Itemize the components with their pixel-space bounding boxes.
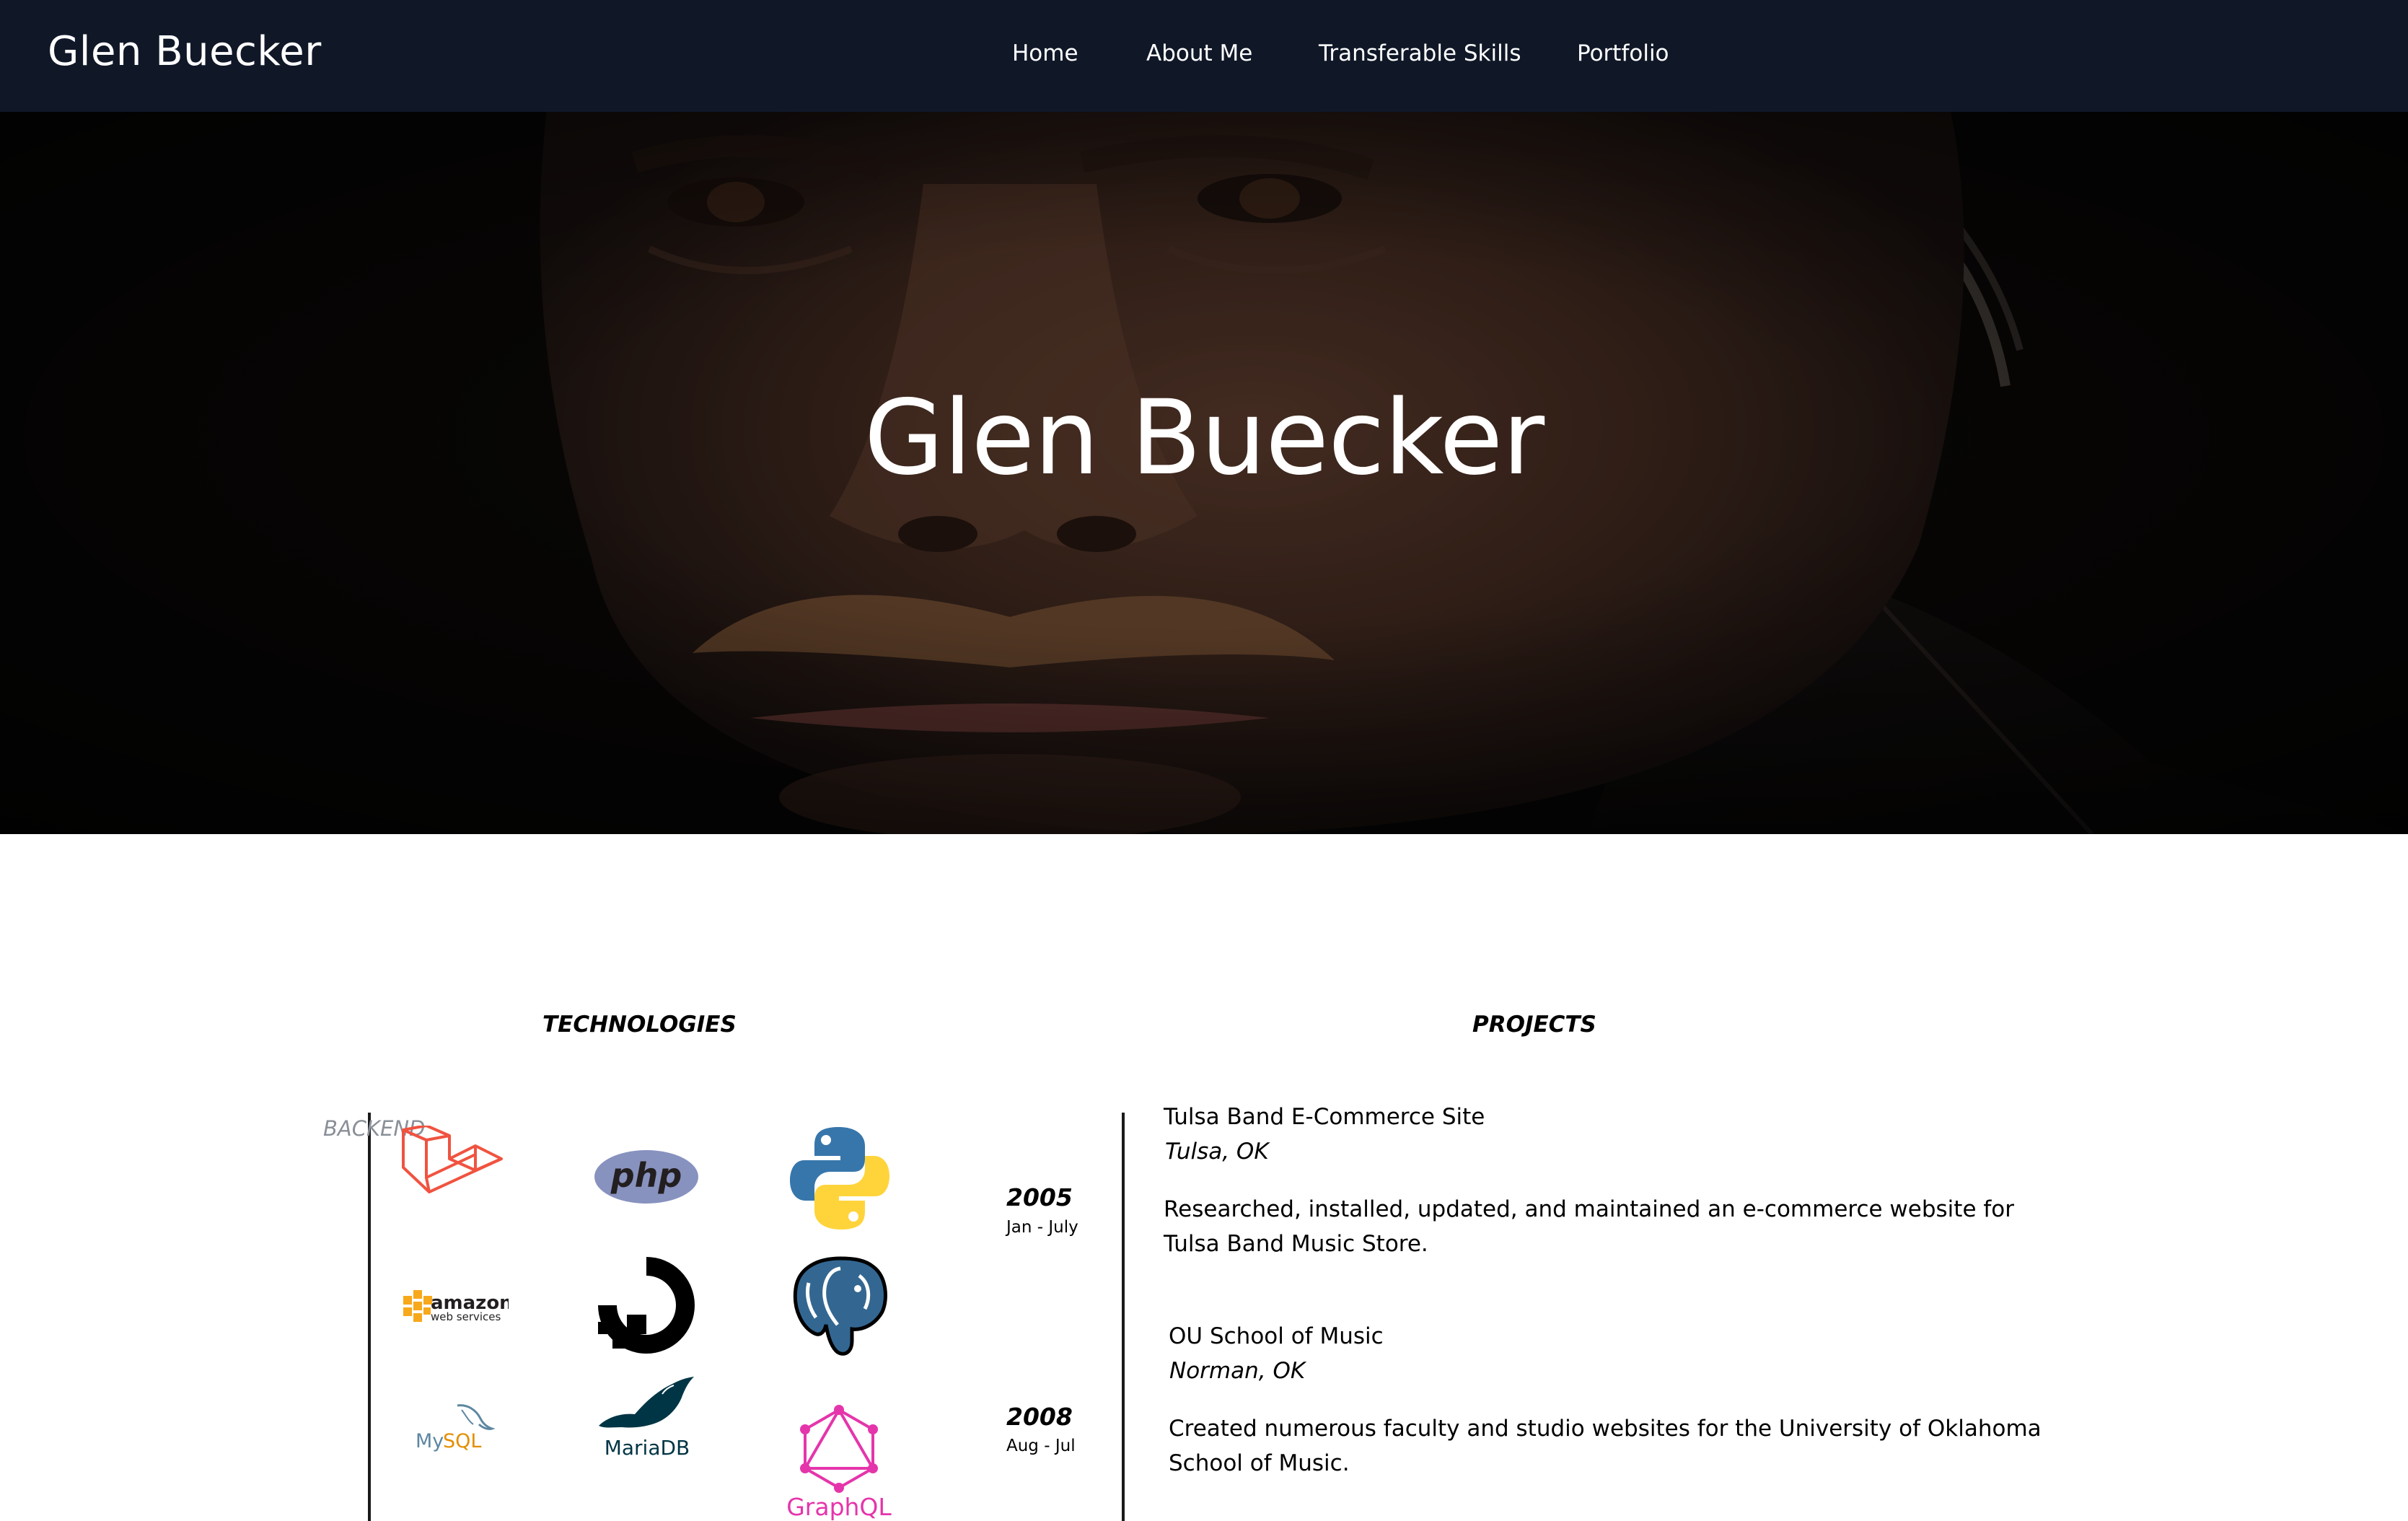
svg-text:MariaDB: MariaDB xyxy=(605,1436,690,1460)
mysql-icon: My SQL xyxy=(411,1400,498,1458)
svg-text:GraphQL: GraphQL xyxy=(786,1493,892,1521)
svg-text:My: My xyxy=(416,1430,444,1452)
nav-link-transferable-skills[interactable]: Transferable Skills xyxy=(1319,38,1521,69)
nav-link-portfolio[interactable]: Portfolio xyxy=(1577,38,1669,69)
project-title: Tulsa Band E-Commerce Site xyxy=(1164,1104,1485,1130)
project-description: Researched, installed, updated, and main… xyxy=(1164,1196,2014,1257)
postgresql-icon xyxy=(790,1254,891,1358)
python-icon xyxy=(788,1126,891,1231)
nav-link-home[interactable]: Home xyxy=(1012,38,1078,69)
project-period: Jan - July xyxy=(1006,1218,1078,1237)
nav-menu: Home About Me Transferable Skills Portfo… xyxy=(0,38,2408,74)
project-period: Aug - Jul xyxy=(1006,1437,1076,1455)
mariadb-icon: MariaDB xyxy=(593,1375,701,1465)
projects-heading: PROJECTS xyxy=(1472,1012,1596,1038)
project-description: Created numerous faculty and studio webs… xyxy=(1169,1416,2042,1476)
projects-timeline-line xyxy=(1122,1113,1125,1521)
project-year: 2008 xyxy=(1006,1403,1073,1431)
technologies-timeline-line xyxy=(368,1113,371,1521)
project-year: 2005 xyxy=(1006,1183,1073,1211)
nav-link-about-me[interactable]: About Me xyxy=(1146,38,1252,69)
digitalocean-icon xyxy=(595,1254,698,1356)
project-location: Tulsa, OK xyxy=(1165,1139,1269,1165)
technologies-heading: TECHNOLOGIES xyxy=(542,1012,737,1038)
amazon-web-services-icon: amazon web services xyxy=(400,1283,509,1329)
svg-text:web services: web services xyxy=(431,1310,501,1323)
project-title: OU School of Music xyxy=(1169,1323,1384,1349)
svg-text:SQL: SQL xyxy=(443,1430,481,1452)
svg-text:php: php xyxy=(610,1156,682,1195)
hero-title: Glen Buecker xyxy=(864,377,1544,498)
project-location: Norman, OK xyxy=(1169,1358,1306,1384)
graphql-icon: GraphQL xyxy=(785,1404,893,1521)
hero-banner: Glen Buecker xyxy=(0,112,2408,834)
laravel-icon xyxy=(400,1126,509,1198)
php-icon: php xyxy=(593,1149,700,1205)
top-navbar: Glen Buecker Home About Me Transferable … xyxy=(0,0,2408,112)
